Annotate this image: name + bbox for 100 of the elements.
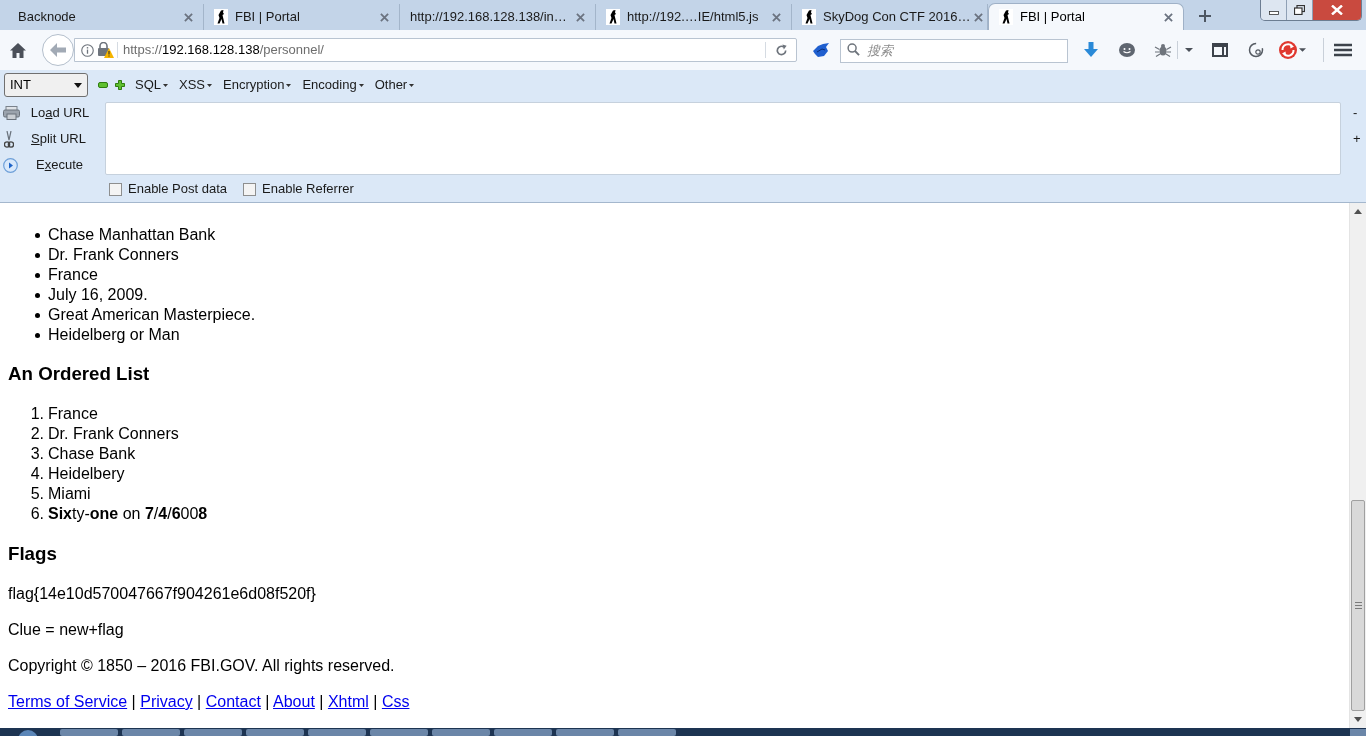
caret-icon (207, 83, 213, 87)
bullet-icon (35, 332, 40, 338)
home-button[interactable] (9, 41, 27, 59)
caret-icon (1298, 48, 1306, 52)
caret-icon (1184, 48, 1193, 52)
action-button[interactable]: Execute (0, 152, 100, 178)
minus-icon (98, 82, 108, 88)
list-item: France (48, 404, 98, 424)
footer-link[interactable]: Terms of Service (8, 693, 128, 710)
close-icon[interactable] (1164, 12, 1173, 22)
ring-icon (1248, 42, 1264, 58)
download-arrow-icon (1084, 42, 1098, 58)
action-button[interactable]: Load URL (0, 100, 100, 126)
list-number: 5. (29, 484, 44, 504)
smiley-chat-icon (1119, 43, 1135, 57)
caret-icon (163, 83, 168, 87)
zoom-button[interactable]: + (1353, 126, 1366, 152)
list-number: 1. (29, 404, 44, 424)
close-icon[interactable] (974, 12, 984, 22)
list-item: Chase Bank (48, 444, 136, 464)
printer-icon (3, 106, 20, 120)
up-arrow-icon (1354, 209, 1362, 214)
close-icon[interactable] (772, 12, 781, 22)
type-select[interactable]: INT (4, 73, 88, 97)
list-number: 6. (29, 504, 44, 524)
increase-button[interactable] (114, 79, 126, 91)
dropdown-menu-button[interactable]: Other (374, 77, 415, 93)
bullet-icon (35, 252, 40, 258)
dropdown-menu-button[interactable]: Encoding (302, 77, 364, 93)
dropdown-menu-button[interactable]: XSS (179, 77, 213, 93)
dropdown-menu-button[interactable]: SQL (135, 77, 168, 93)
bullet-icon (35, 232, 40, 238)
separator-text: | (319, 693, 324, 710)
footer-link[interactable]: Privacy (140, 693, 193, 710)
checkbox-label: Enable Referrer (262, 180, 354, 199)
separator-text: | (373, 693, 378, 710)
plus-icon (115, 80, 125, 90)
decrease-button[interactable] (97, 79, 109, 91)
checkbox[interactable] (109, 182, 122, 196)
play-icon (3, 157, 18, 173)
scrollbar-thumb[interactable] (1351, 500, 1365, 711)
list-item: Heidelberg or Man (48, 325, 180, 345)
close-icon[interactable] (184, 12, 193, 22)
footer-link[interactable]: Css (381, 693, 410, 710)
paragraph-text: flag{14e10d570047667f904261e6d08f520f} (8, 584, 316, 604)
browser-tab[interactable]: FBI | Portal (988, 3, 1184, 30)
scissors-icon (4, 130, 14, 148)
close-icon[interactable] (576, 12, 585, 22)
back-button[interactable] (42, 34, 74, 66)
checkbox-label: Enable Post data (128, 180, 228, 199)
caret-icon (286, 83, 292, 87)
reload-icon (774, 43, 788, 57)
home-icon (10, 42, 26, 58)
list-item: Dr. Frank Conners (48, 245, 179, 265)
checkbox[interactable] (243, 182, 257, 196)
list-number: 2. (29, 424, 44, 444)
grip-icon (1354, 602, 1362, 609)
down-arrow-icon (1354, 717, 1362, 722)
address-field[interactable]: https://192.168.128.138/personnel/ (74, 38, 797, 62)
footer-link[interactable]: About (273, 693, 315, 710)
bullet-icon (35, 272, 40, 278)
dropdown-menu-button[interactable]: Encryption (223, 77, 292, 93)
caret-icon (74, 82, 82, 88)
list-item: Dr. Frank Conners (48, 424, 179, 444)
list-item: July 16, 2009. (48, 285, 148, 305)
zoom-button[interactable]: - (1353, 100, 1366, 126)
circular-arrows-icon (1278, 41, 1297, 59)
menu-icon (1334, 43, 1352, 57)
list-item: Great American Masterpiece. (48, 305, 256, 325)
list-number: 3. (29, 444, 44, 464)
bullet-icon (35, 292, 40, 298)
minimize-button[interactable] (1261, 0, 1287, 20)
plus-icon[interactable] (1199, 10, 1211, 22)
back-arrow-icon (50, 43, 66, 57)
minimize-icon (1268, 11, 1279, 15)
footer-link[interactable]: Contact (205, 693, 261, 710)
action-button[interactable]: Split URL (0, 126, 100, 152)
list-item: Heidelbery (48, 464, 125, 484)
caret-icon (358, 83, 364, 87)
bug-icon (1154, 43, 1172, 57)
bullet-icon (35, 312, 40, 318)
close-button[interactable] (1313, 0, 1361, 20)
restore-icon (1294, 5, 1305, 15)
close-icon (1331, 5, 1343, 15)
close-icon[interactable] (380, 12, 389, 22)
list-item: Chase Manhattan Bank (48, 225, 216, 245)
lock-warning-icon[interactable] (97, 42, 114, 58)
paragraph-text: Copyright © 1850 – 2016 FBI.GOV. All rights reserved. (8, 656, 395, 676)
list-item: France (48, 265, 98, 285)
search-field[interactable]: 搜索 (840, 38, 1068, 63)
paragraph-text: Clue = new+flag (8, 620, 124, 640)
restore-button[interactable] (1287, 0, 1313, 20)
window-panel-icon (1212, 43, 1228, 57)
footer-link[interactable]: Xhtml (327, 693, 369, 710)
list-item: Miami (48, 484, 91, 504)
info-icon[interactable] (81, 43, 94, 57)
section-heading: An Ordered List (8, 363, 150, 385)
separator-text: | (197, 693, 202, 710)
url-text: https://192.168.128.138/personnel/ (123, 41, 324, 60)
separator-text: | (131, 693, 136, 710)
